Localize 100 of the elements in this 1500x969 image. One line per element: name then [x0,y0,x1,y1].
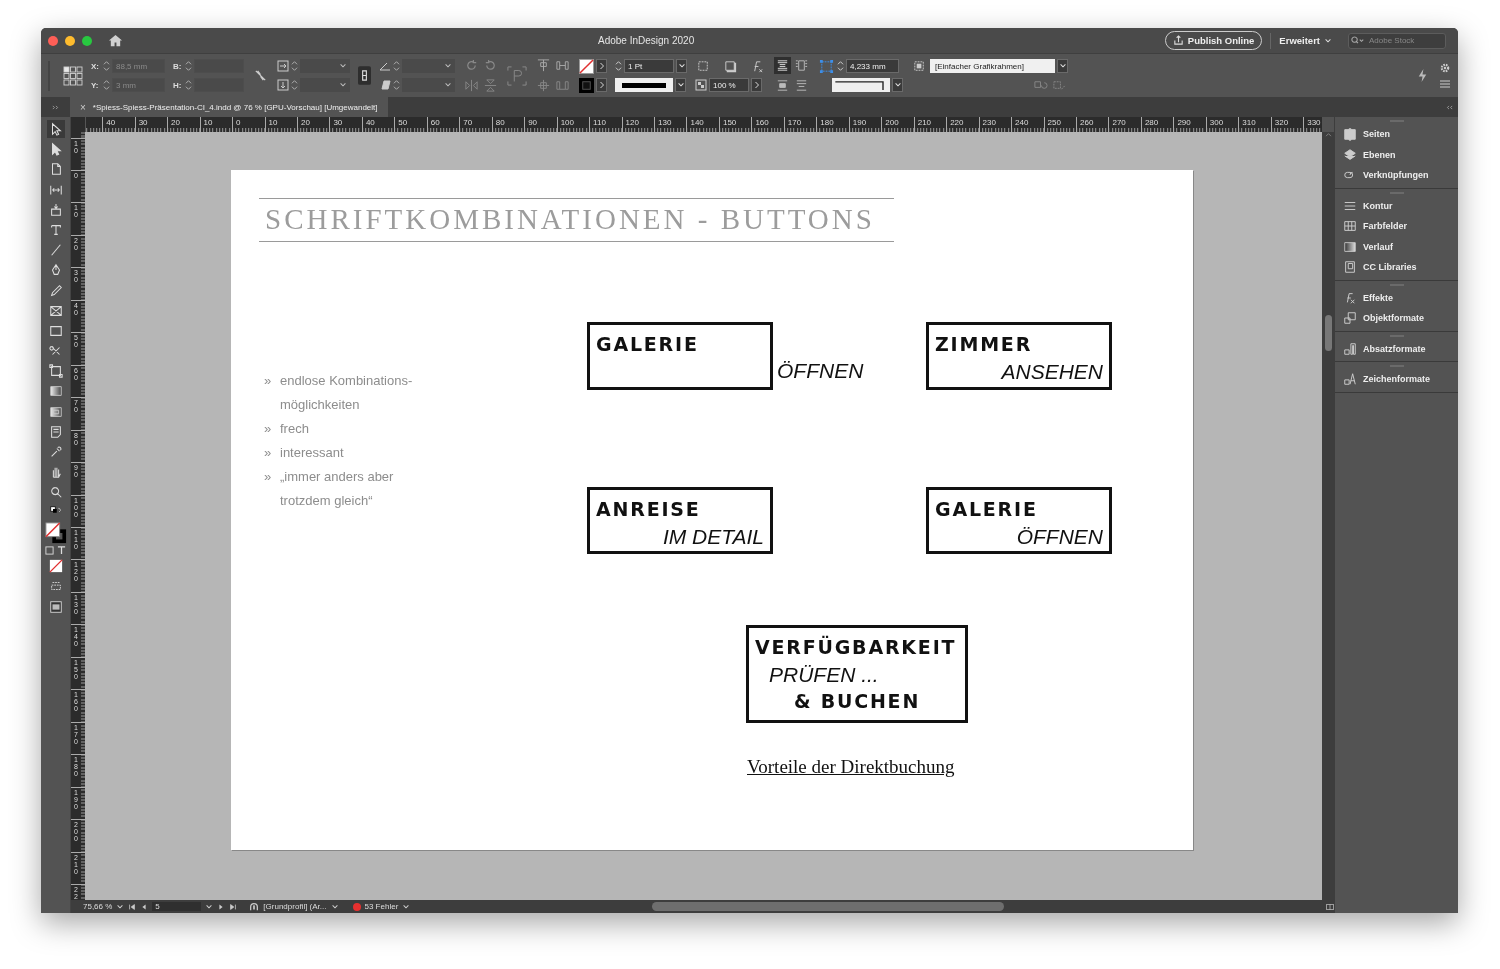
last-page-icon[interactable] [229,902,238,911]
menu-icon[interactable] [1439,77,1451,90]
panel-item[interactable]: Seiten [1335,124,1458,145]
ruler-number: 40 [106,118,116,127]
panel-item[interactable]: Zeichenformate [1335,369,1458,390]
panel-item[interactable]: CC Libraries [1335,257,1458,278]
close-tab-button[interactable]: × [80,101,86,113]
dropdown-button[interactable] [676,59,687,73]
align-top-icon[interactable] [535,57,552,74]
stroke-type-dropdown[interactable] [615,78,673,92]
chevron-down-icon[interactable] [402,902,411,911]
panel-item[interactable]: Absatzformate [1335,338,1458,359]
flip-vertical-icon[interactable] [482,77,499,94]
opacity-field[interactable]: 100 % [709,78,749,92]
chevron-down-icon[interactable] [330,902,339,911]
fill-stroke-swatch-icon[interactable] [44,521,67,544]
ruler-number: 290 [1177,118,1191,127]
panel-item[interactable]: Verlauf [1335,236,1458,257]
expand-icon[interactable] [51,104,60,110]
fill-none-swatch-icon[interactable] [579,58,594,74]
document-tab[interactable]: × *Spiess-Spiess-Präsentation-CI_4.indd @ 76 % [GPU-Vorschau] [Umgewandelt] [70,97,388,117]
workspace-menu[interactable]: Erweitert [1279,35,1340,46]
spinner-icon[interactable] [291,79,298,91]
page-heading: SCHRIFTKOMBINATIONEN - BUTTONS [259,198,894,242]
dropdown-button[interactable] [675,78,686,92]
dropdown-button[interactable] [1057,59,1068,73]
scroll-thumb[interactable] [652,902,1005,911]
error-count[interactable]: 53 Fehler [364,902,399,911]
chain-link-icon[interactable] [358,66,371,85]
bullet-marker: » [264,468,273,486]
corner-shape-dropdown[interactable] [832,78,890,92]
pages-icon [1343,127,1357,142]
ruler-number: 20 [171,118,180,127]
ruler-number: 330 [1307,118,1321,127]
split-view-icon[interactable] [1326,902,1334,911]
preflight-profile-icon[interactable] [249,901,260,912]
arrow-button[interactable] [751,78,762,92]
first-page-icon[interactable] [128,902,137,911]
spinner-icon[interactable] [103,60,110,72]
spinner-icon[interactable] [393,60,400,72]
page-number-field[interactable]: 5 [152,902,202,911]
button-text: & BUCHEN [793,689,921,714]
settings-icon[interactable] [1439,61,1451,74]
maximize-window-button[interactable] [82,35,92,46]
stroke-weight-dropdown[interactable]: 1 Pt [624,59,674,73]
chevron-down-icon[interactable] [205,902,214,911]
scroll-thumb[interactable] [1325,315,1332,351]
text-icon[interactable] [57,545,66,555]
panel-item[interactable]: Verknüpfungen [1335,165,1458,186]
ruler-number: 10 [203,118,213,127]
free-transform-icon[interactable] [46,362,65,381]
layers-icon [1343,147,1357,162]
bullet-text: frech [280,420,310,438]
text-wrap-icon[interactable] [774,57,791,74]
chevron-down-icon[interactable] [116,902,125,911]
previous-page-icon[interactable] [140,902,149,911]
dropdown-button[interactable] [892,78,903,92]
chevron-down-icon [1324,36,1332,45]
search-field[interactable]: Adobe Stock [1348,32,1446,49]
spinner-icon[interactable] [393,79,400,91]
panel-item[interactable]: Farbfelder [1335,216,1458,237]
flip-horizontal-icon[interactable] [463,77,480,94]
close-window-button[interactable] [48,35,58,46]
spinner-icon[interactable] [837,60,844,72]
fitting-frame-icon[interactable] [818,57,835,75]
reference-point-icon[interactable] [63,65,83,86]
arrow-button[interactable] [596,59,607,73]
direct-booking-link[interactable]: Vorteile der Direktbuchung [747,756,955,778]
panel-item[interactable]: Ebenen [1335,144,1458,165]
ruler-number: 130 [658,118,672,127]
ruler-number: 70 [463,118,473,127]
objectstyles-icon [1343,311,1357,326]
preflight-profile-dropdown[interactable]: [Grundprofil] (Ar... [263,902,327,911]
collapse-icon[interactable] [1445,104,1453,110]
charstyles-icon [1343,372,1357,387]
vertical-scrollbar[interactable] [1322,132,1334,900]
object-style-dropdown[interactable]: [Einfacher Grafikrahmen] [930,59,1055,73]
button-text: ÖFFNEN [777,358,864,384]
stroke-swatch-icon[interactable] [579,77,594,93]
spinner-icon[interactable] [103,79,110,91]
zoom-level-dropdown[interactable]: 75,66 % [83,902,113,911]
minimize-window-button[interactable] [65,35,75,46]
ruler-number: 110 [593,118,606,127]
container-icon[interactable] [45,545,54,555]
panel-item[interactable]: Effekte [1335,287,1458,308]
spinner-icon[interactable] [185,60,192,72]
panel-item[interactable]: Objektformate [1335,308,1458,329]
panel-item[interactable]: Kontur [1335,195,1458,216]
ruler-number: 20 [300,118,310,127]
ruler-number: 210 [917,118,932,127]
spinner-icon[interactable] [291,60,298,72]
chevron-down-icon [677,62,686,70]
spinner-icon[interactable] [185,79,192,91]
home-icon[interactable] [108,33,123,48]
align-center-icon[interactable] [535,77,552,94]
spinner-icon[interactable] [615,60,622,72]
scroll-up-icon[interactable] [1324,132,1332,137]
arrow-button[interactable] [596,78,607,92]
fitting-offset-field[interactable]: 4,233 mm [846,59,899,73]
selection-icon[interactable] [46,120,65,138]
